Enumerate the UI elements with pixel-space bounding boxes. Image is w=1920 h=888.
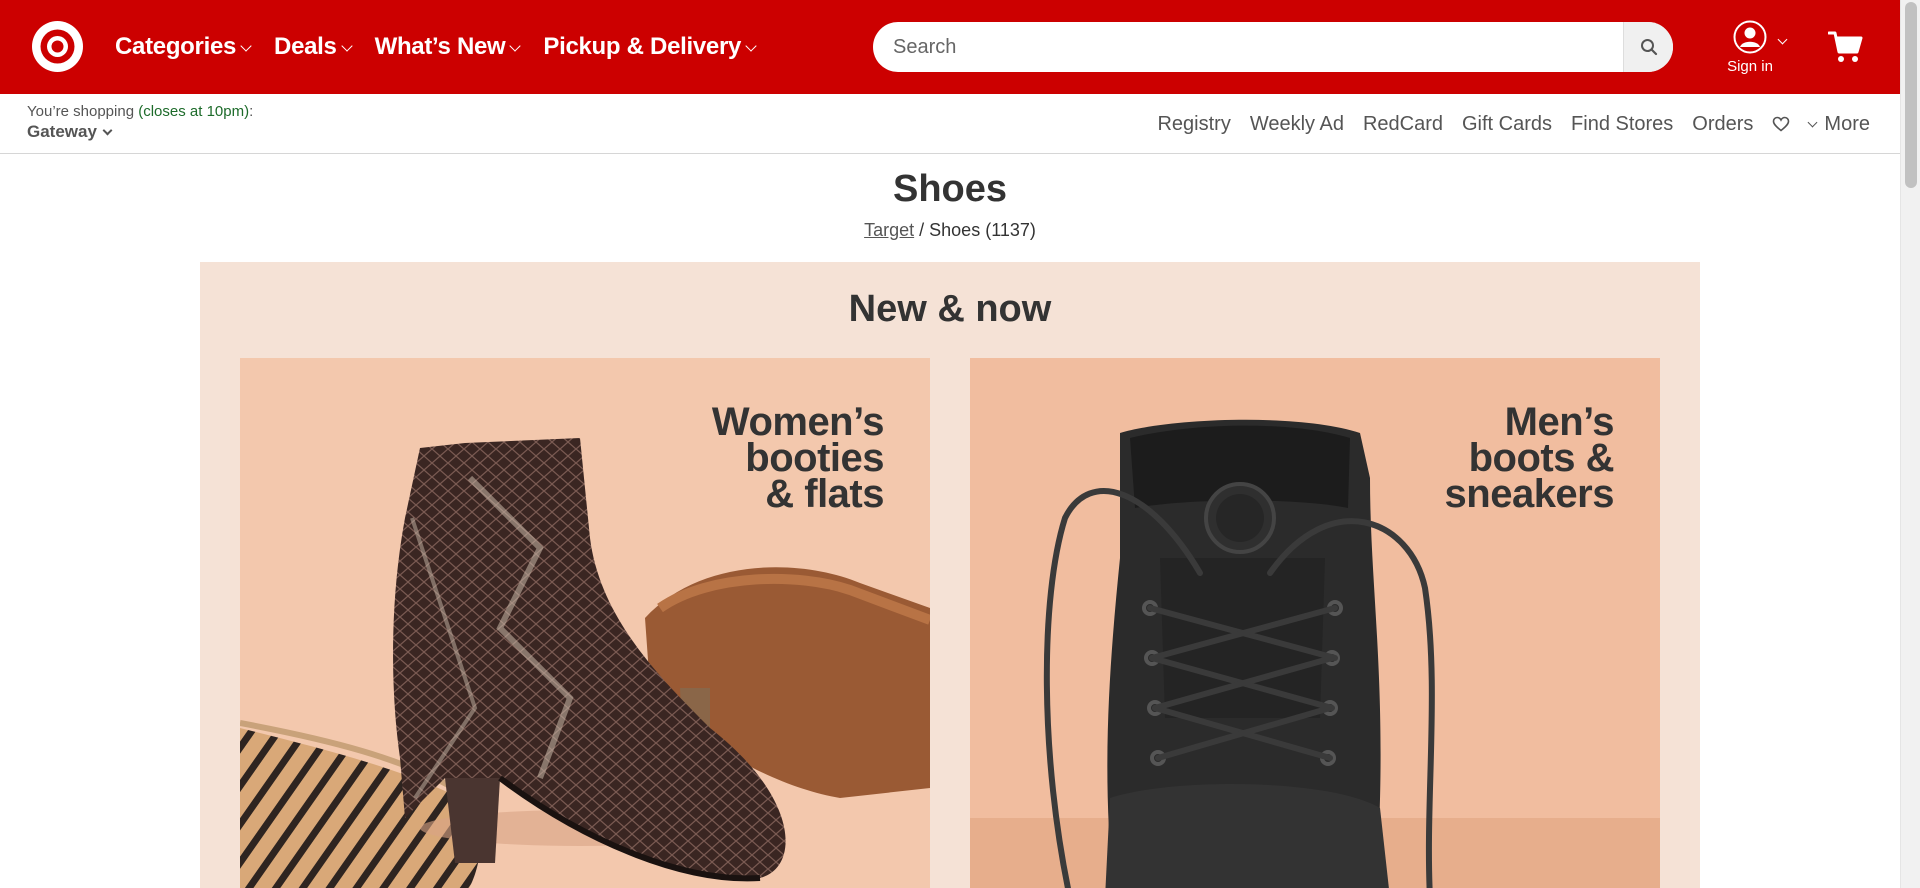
mens-boots-sneakers-tile[interactable]: Men’s boots & sneakers <box>970 358 1660 888</box>
nav-whats-new[interactable]: What’s New <box>374 33 522 61</box>
more-label: More <box>1824 112 1870 135</box>
tile-label-line: Men’s <box>1504 400 1615 444</box>
nav-deals-label: Deals <box>274 33 337 60</box>
chevron-down-icon <box>745 40 757 52</box>
womens-booties-flats-tile[interactable]: Women’s booties & flats <box>240 358 930 888</box>
search-bar <box>873 22 1673 72</box>
store-closing-time: (closes at 10pm) <box>138 103 250 120</box>
sign-in-label: Sign in <box>1727 58 1773 75</box>
breadcrumb-separator: / <box>914 220 930 240</box>
breadcrumb-root-link[interactable]: Target <box>864 220 914 240</box>
scrollbar-thumb[interactable] <box>1905 2 1917 188</box>
nav-categories[interactable]: Categories <box>115 33 252 61</box>
search-input[interactable] <box>873 22 1623 72</box>
search-icon <box>1640 39 1657 56</box>
mens-tile-label: Men’s boots & sneakers <box>1314 400 1615 516</box>
chevron-down-icon <box>509 40 522 52</box>
nav-deals[interactable]: Deals <box>274 33 353 61</box>
utility-nav: Registry Weekly Ad RedCard Gift Cards Fi… <box>1138 94 1870 154</box>
store-utility-bar: You’re shopping (closes at 10pm): Gatewa… <box>0 94 1900 154</box>
store-prefix: You’re shopping <box>27 103 139 120</box>
chevron-down-icon <box>102 125 113 135</box>
target-logo-icon[interactable] <box>32 21 83 72</box>
more-menu[interactable]: More <box>1807 112 1870 136</box>
chevron-down-icon <box>1807 117 1818 127</box>
section-title: New & now <box>848 288 1052 330</box>
gift-cards-link[interactable]: Gift Cards <box>1462 113 1552 136</box>
sign-in-button[interactable]: Sign in <box>1724 20 1788 80</box>
breadcrumb-current: Shoes (1137) <box>929 220 1036 240</box>
chevron-down-icon <box>340 40 353 52</box>
nav-whats-new-label: What’s New <box>374 33 506 60</box>
womens-tile-label: Women’s booties & flats <box>584 400 885 516</box>
favorites-link[interactable] <box>1772 116 1790 132</box>
page-scrollbar[interactable] <box>1900 0 1920 888</box>
tile-label-line: Women’s <box>711 400 885 444</box>
chevron-down-icon <box>240 40 252 52</box>
find-stores-link[interactable]: Find Stores <box>1571 113 1673 136</box>
page-title: Shoes <box>892 168 1008 210</box>
search-button[interactable] <box>1623 22 1673 72</box>
store-hours-line: You’re shopping (closes at 10pm): <box>27 103 253 120</box>
breadcrumb: Target / Shoes (1137) <box>0 220 1900 241</box>
chevron-down-icon <box>1777 34 1788 45</box>
store-name: Gateway <box>27 122 97 141</box>
new-and-now-section: New & now Women’s booties & flats Men’s … <box>200 262 1700 888</box>
redcard-link[interactable]: RedCard <box>1363 113 1443 136</box>
account-icon <box>1733 20 1767 54</box>
nav-pickup-delivery-label: Pickup & Delivery <box>543 33 742 60</box>
tile-label-line: boots & <box>1468 436 1615 480</box>
main-nav: Categories Deals What’s New Pickup & Del… <box>115 0 779 94</box>
tile-label-line: & flats <box>765 472 884 516</box>
heart-icon <box>1773 116 1790 132</box>
registry-link[interactable]: Registry <box>1157 113 1230 136</box>
global-header: Categories Deals What’s New Pickup & Del… <box>0 0 1900 94</box>
tile-label-line: sneakers <box>1444 472 1615 516</box>
orders-link[interactable]: Orders <box>1692 113 1753 136</box>
cart-icon[interactable] <box>1828 30 1864 64</box>
nav-categories-label: Categories <box>115 33 237 60</box>
weekly-ad-link[interactable]: Weekly Ad <box>1250 113 1344 136</box>
store-selector[interactable]: Gateway <box>27 122 113 142</box>
store-suffix: : <box>249 103 254 120</box>
tile-label-line: booties <box>745 436 884 480</box>
nav-pickup-delivery[interactable]: Pickup & Delivery <box>543 33 757 61</box>
